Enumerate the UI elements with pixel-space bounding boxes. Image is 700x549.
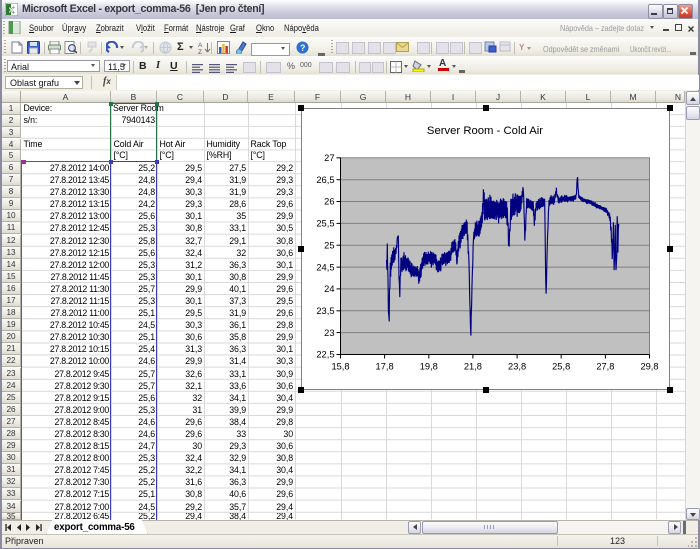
svg-text:24,5: 24,5 <box>316 262 334 272</box>
svg-text:22,5: 22,5 <box>316 349 334 359</box>
svg-text:23: 23 <box>324 327 334 337</box>
svg-text:25,5: 25,5 <box>316 218 334 228</box>
svg-text:Z: Z <box>198 49 202 54</box>
svg-text:26: 26 <box>324 196 334 206</box>
svg-text:23,8: 23,8 <box>508 361 526 371</box>
svg-text:29,8: 29,8 <box>640 361 658 371</box>
svg-text:25: 25 <box>324 240 334 250</box>
svg-text:23,5: 23,5 <box>316 306 334 316</box>
svg-text:24: 24 <box>324 284 334 294</box>
svg-text:?: ? <box>300 43 306 53</box>
svg-text:A: A <box>198 42 203 49</box>
svg-text:17,8: 17,8 <box>376 361 394 371</box>
svg-text:25,8: 25,8 <box>552 361 570 371</box>
svg-text:26,5: 26,5 <box>316 174 334 184</box>
svg-text:19,8: 19,8 <box>420 361 438 371</box>
svg-text:Server Room - Cold Air: Server Room - Cold Air <box>427 125 543 137</box>
svg-text:27,8: 27,8 <box>596 361 614 371</box>
svg-text:21,8: 21,8 <box>464 361 482 371</box>
svg-text:27: 27 <box>324 153 334 163</box>
svg-text:15,8: 15,8 <box>331 361 349 371</box>
